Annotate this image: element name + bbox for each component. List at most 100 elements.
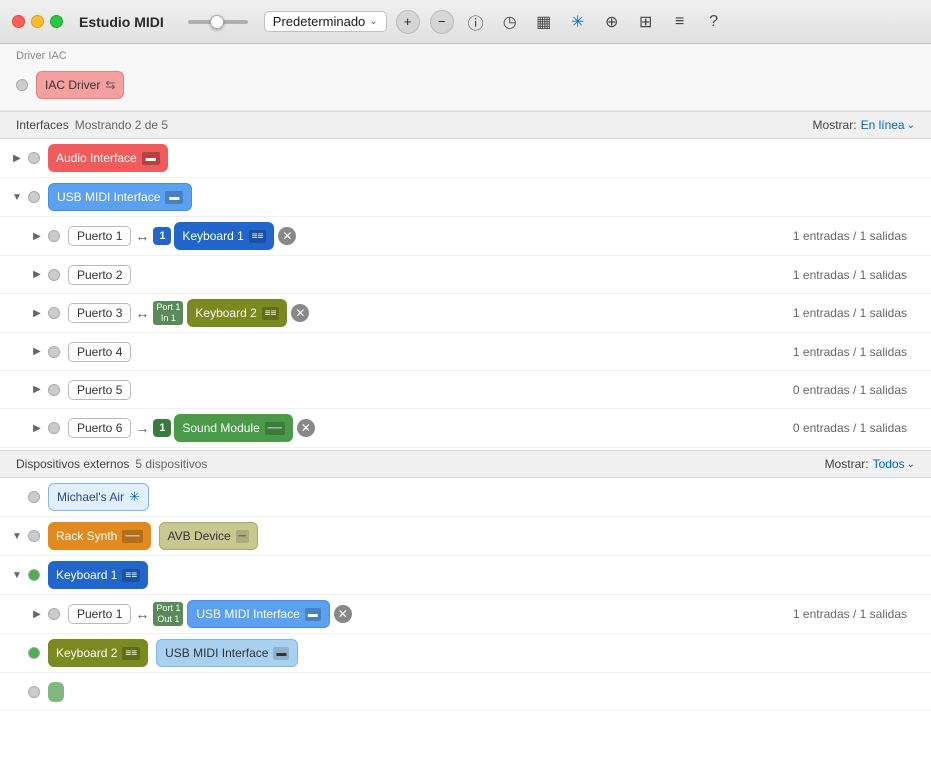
port1-keyboard1-chip[interactable]: Keyboard 1 ≡≡ xyxy=(174,222,274,250)
clock-icon[interactable]: ◷ xyxy=(499,11,521,33)
port5-dot xyxy=(48,384,60,396)
network-icon[interactable]: ⊕ xyxy=(601,11,623,33)
interfaces-count: Mostrando 2 de 5 xyxy=(75,118,168,132)
usb-midi-interface-chip[interactable]: USB MIDI Interface ▬ xyxy=(48,183,192,211)
port1-expand-btn[interactable]: ▶ xyxy=(28,227,46,245)
port5-row: ▶ Puerto 5 0 entradas / 1 salidas xyxy=(0,371,931,409)
port1-row: ▶ Puerto 1 ↔ 1 Keyboard 1 ≡≡ ✕ 1 entrada… xyxy=(0,217,931,256)
avb-device-chip[interactable]: AVB Device ─ xyxy=(159,522,258,550)
port5-expand-btn[interactable]: ▶ xyxy=(28,381,46,399)
port3-remove-btn[interactable]: ✕ xyxy=(291,304,309,322)
port5-io: 0 entradas / 1 salidas xyxy=(793,383,923,397)
bottom-partial-chip[interactable] xyxy=(48,682,64,702)
external-devices-show-label: Mostrar: xyxy=(825,457,869,471)
bluetooth-icon[interactable]: ✳ xyxy=(567,11,589,33)
port6-arrow: → xyxy=(135,420,149,436)
audio-interface-expand-btn[interactable]: ▶ xyxy=(8,149,26,167)
port4-io: 1 entradas / 1 salidas xyxy=(793,345,923,359)
preset-selector[interactable]: Predeterminado ⌄ xyxy=(264,11,387,32)
usb-midi-interface-row: ▼ USB MIDI Interface ▬ xyxy=(0,178,931,217)
ext-keyboard1-port1-badge: Port 1Out 1 xyxy=(153,602,183,626)
ext-keyboard1-port1-io: 1 entradas / 1 salidas xyxy=(793,607,923,621)
add-button[interactable]: + xyxy=(396,10,420,34)
ext-keyboard2-chip[interactable]: Keyboard 2 ≡≡ xyxy=(48,639,148,667)
port2-label: Puerto 2 xyxy=(68,265,131,285)
ext-keyboard1-port1-expand-btn[interactable]: ▶ xyxy=(28,605,46,623)
port6-sound-module-icon: ── xyxy=(265,422,285,435)
michaels-air-label: Michael's Air xyxy=(57,490,124,504)
port1-label: Puerto 1 xyxy=(68,226,131,246)
port6-expand-btn[interactable]: ▶ xyxy=(28,419,46,437)
ext-keyboard1-port1-row: ▶ Puerto 1 ↔ Port 1Out 1 USB MIDI Interf… xyxy=(0,595,931,634)
ext-keyboard2-usb-icon: ▬ xyxy=(273,647,289,660)
audio-interface-icon: ▬ xyxy=(142,152,160,165)
help-icon[interactable]: ? xyxy=(703,11,725,33)
port4-label: Puerto 4 xyxy=(68,342,131,362)
ext-keyboard1-port1-usb-icon: ▬ xyxy=(305,608,321,621)
audio-interface-row: ▶ Audio Interface ▬ xyxy=(0,139,931,178)
minimize-button[interactable] xyxy=(31,15,44,28)
rack-synth-expand-btn[interactable]: ▼ xyxy=(8,527,26,545)
port3-io: 1 entradas / 1 salidas xyxy=(793,306,923,320)
external-devices-label: Dispositivos externos xyxy=(16,457,129,471)
rack-synth-label: Rack Synth xyxy=(56,529,117,543)
port6-remove-btn[interactable]: ✕ xyxy=(297,419,315,437)
iac-driver-row: IAC Driver ⇆ xyxy=(16,66,915,104)
port3-port-badge: Port 1In 1 xyxy=(153,301,183,325)
app-title: Estudio MIDI xyxy=(79,14,164,30)
port1-remove-btn[interactable]: ✕ xyxy=(278,227,296,245)
rack-synth-dot xyxy=(28,530,40,542)
piano-icon[interactable]: ▦ xyxy=(533,11,555,33)
iac-driver-icon: ⇆ xyxy=(105,78,115,92)
zoom-slider-track[interactable] xyxy=(188,20,248,24)
port2-expand-btn[interactable]: ▶ xyxy=(28,266,46,284)
external-devices-show-value[interactable]: Todos ⌄ xyxy=(873,457,915,471)
remove-button[interactable]: − xyxy=(430,10,454,34)
ext-keyboard2-row: ▶ Keyboard 2 ≡≡ USB MIDI Interface ▬ xyxy=(0,634,931,673)
preset-chevron-icon: ⌄ xyxy=(369,16,377,27)
audio-interface-label: Audio Interface xyxy=(56,151,137,165)
port3-expand-btn[interactable]: ▶ xyxy=(28,304,46,322)
ext-keyboard1-port1-remove-btn[interactable]: ✕ xyxy=(334,605,352,623)
port3-keyboard2-chip[interactable]: Keyboard 2 ≡≡ xyxy=(187,299,287,327)
port4-dot xyxy=(48,346,60,358)
close-button[interactable] xyxy=(12,15,25,28)
usb-midi-expand-btn[interactable]: ▼ xyxy=(8,188,26,206)
port6-dot xyxy=(48,422,60,434)
titlebar: Estudio MIDI Predeterminado ⌄ + − ⓘ ◷ ▦ … xyxy=(0,0,931,44)
ext-keyboard2-label: Keyboard 2 xyxy=(56,646,117,660)
port3-label: Puerto 3 xyxy=(68,303,131,323)
rack-synth-chip[interactable]: Rack Synth ── xyxy=(48,522,151,550)
list-icon[interactable]: ≡ xyxy=(669,11,691,33)
zoom-slider-thumb[interactable] xyxy=(210,15,224,29)
audio-interface-chip[interactable]: Audio Interface ▬ xyxy=(48,144,168,172)
port6-sound-module-chip[interactable]: Sound Module ── xyxy=(174,414,293,442)
ext-keyboard2-dot xyxy=(28,647,40,659)
maximize-button[interactable] xyxy=(50,15,63,28)
interfaces-show-value[interactable]: En línea ⌄ xyxy=(861,118,915,132)
preset-label: Predeterminado xyxy=(273,14,366,29)
port1-keyboard1-badge: 1 xyxy=(153,227,171,245)
iac-driver-chip[interactable]: IAC Driver ⇆ xyxy=(36,71,124,99)
ext-keyboard1-expand-btn[interactable]: ▼ xyxy=(8,566,26,584)
ext-keyboard1-chip[interactable]: Keyboard 1 ≡≡ xyxy=(48,561,148,589)
michaels-air-row: ▶ Michael's Air ✳ xyxy=(0,478,931,517)
port3-keyboard2-icon: ≡≡ xyxy=(262,307,280,320)
ext-keyboard2-usb-label: USB MIDI Interface xyxy=(165,646,268,660)
port6-row: ▶ Puerto 6 → 1 Sound Module ── ✕ 0 entra… xyxy=(0,409,931,448)
iac-driver-label: IAC Driver xyxy=(45,78,100,92)
port2-io: 1 entradas / 1 salidas xyxy=(793,268,923,282)
michaels-air-chip[interactable]: Michael's Air ✳ xyxy=(48,483,149,511)
ext-keyboard1-port1-usb-chip[interactable]: USB MIDI Interface ▬ xyxy=(187,600,329,628)
ext-keyboard1-port1-label: Puerto 1 xyxy=(68,604,131,624)
info-icon[interactable]: ⓘ xyxy=(465,11,487,33)
michaels-air-bluetooth-icon: ✳ xyxy=(129,489,140,505)
interfaces-header: Interfaces Mostrando 2 de 5 Mostrar: En … xyxy=(0,111,931,139)
port1-keyboard1-label: Keyboard 1 xyxy=(182,229,243,243)
main-content: Driver IAC IAC Driver ⇆ Interfaces Mostr… xyxy=(0,44,931,774)
ext-keyboard1-row: ▼ Keyboard 1 ≡≡ xyxy=(0,556,931,595)
ext-keyboard2-usb-chip[interactable]: USB MIDI Interface ▬ xyxy=(156,639,298,667)
port4-expand-btn[interactable]: ▶ xyxy=(28,343,46,361)
ext-keyboard2-icon: ≡≡ xyxy=(122,647,140,660)
grid-icon[interactable]: ⊞ xyxy=(635,11,657,33)
